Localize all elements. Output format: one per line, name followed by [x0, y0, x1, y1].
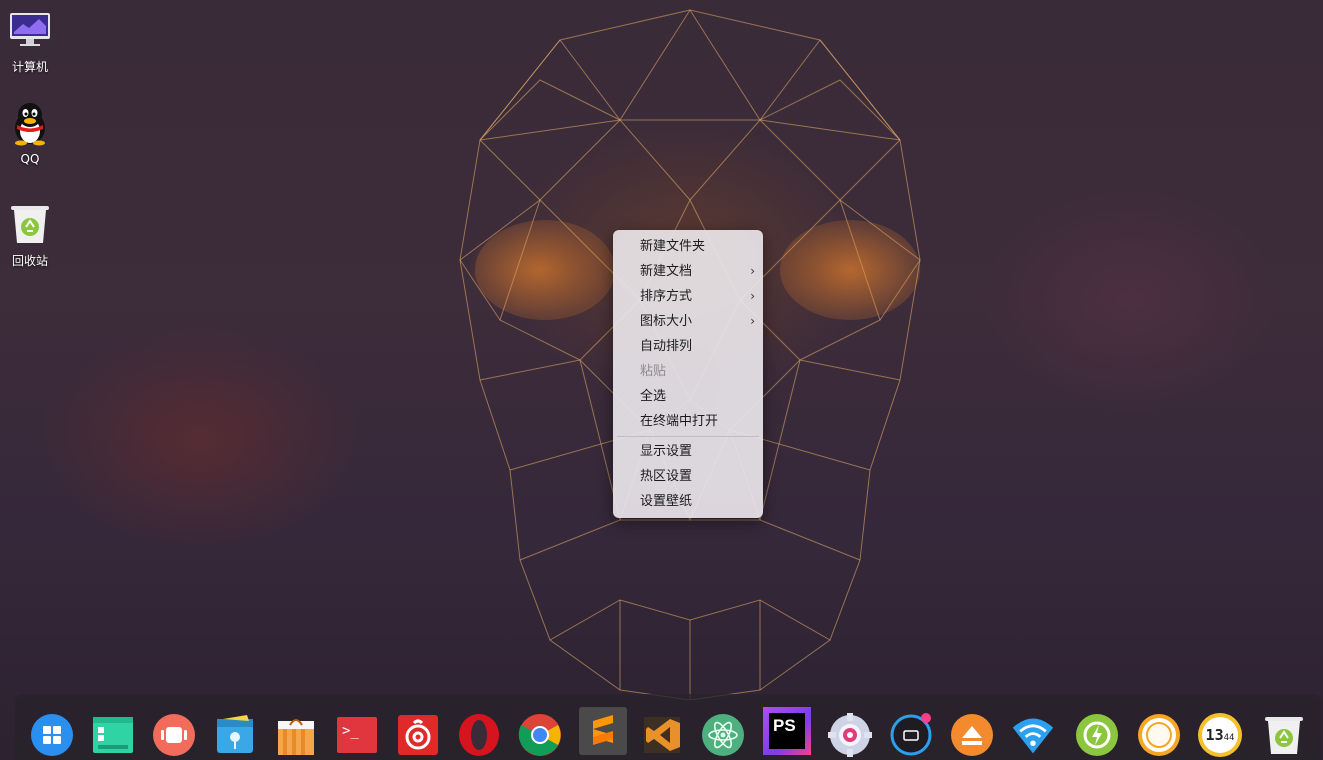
dock-launcher-button[interactable] [30, 713, 74, 757]
menu-separator [617, 436, 759, 437]
dock-shutdown-button[interactable] [1137, 713, 1181, 757]
qq-penguin-icon [8, 102, 52, 146]
onboard-keyboard-icon [890, 713, 932, 756]
desktop-icon-trash[interactable]: 回收站 [4, 202, 56, 269]
dock-multitask-button[interactable] [152, 713, 196, 757]
menu-item-label: 全选 [640, 389, 667, 404]
menu-item-paste: 粘贴 [613, 359, 763, 384]
menu-item-auto-arrange[interactable]: 自动排列 [613, 334, 763, 359]
dock-opera-button[interactable] [457, 713, 501, 757]
menu-item-label: 粘贴 [640, 364, 667, 379]
submenu-arrow-icon: › [750, 289, 755, 303]
multitask-view-icon [153, 714, 195, 756]
terminal-icon: >_ [337, 717, 377, 753]
clock-minute: 44 [1223, 733, 1235, 743]
visual-studio-icon [644, 717, 680, 753]
menu-item-label: 在终端中打开 [640, 414, 719, 429]
dock-sublime-button[interactable] [579, 707, 627, 755]
clock-icon: 13 44 [1198, 713, 1242, 757]
deepin-store-icon [217, 715, 253, 753]
dock-app-store-button[interactable] [274, 713, 318, 757]
trash-icon [1265, 717, 1303, 754]
dock-atom-button[interactable] [701, 713, 745, 757]
app-store-bag-icon [278, 719, 314, 755]
desktop-context-menu: 新建文件夹 新建文档 › 排序方式 › 图标大小 › 自动排列 粘贴 全选 在终端中打… [613, 230, 763, 518]
trash-icon [8, 202, 52, 246]
dock-terminal-button[interactable]: >_ [335, 713, 379, 757]
dock-clock-button[interactable]: 13 44 [1198, 713, 1242, 757]
shutdown-icon [1138, 714, 1180, 756]
power-icon [1076, 714, 1118, 756]
dock-deepin-store-button[interactable] [213, 713, 257, 757]
clock-hour: 13 [1205, 726, 1224, 744]
submenu-arrow-icon: › [750, 264, 755, 278]
computer-icon [8, 8, 52, 52]
dock-file-manager-button[interactable] [91, 713, 135, 757]
dock-trash-button[interactable] [1262, 713, 1306, 757]
dock-power-button[interactable] [1075, 713, 1119, 757]
menu-item-display-settings[interactable]: 显示设置 [613, 439, 763, 464]
menu-item-icon-size[interactable]: 图标大小 › [613, 309, 763, 334]
menu-item-label: 新建文件夹 [640, 239, 706, 254]
menu-item-label: 热区设置 [640, 469, 693, 484]
menu-item-label: 自动排列 [640, 339, 693, 354]
phpstorm-icon: PS [763, 707, 811, 755]
netease-music-icon [398, 715, 438, 755]
menu-item-label: 设置壁纸 [640, 494, 693, 509]
dock-chrome-button[interactable] [518, 713, 562, 757]
menu-item-sort-by[interactable]: 排序方式 › [613, 284, 763, 309]
menu-item-label: 排序方式 [640, 289, 693, 304]
dock-wifi-button[interactable] [1011, 713, 1055, 757]
menu-item-label: 显示设置 [640, 444, 693, 459]
wifi-icon [1012, 718, 1054, 754]
control-center-icon [828, 713, 872, 757]
launcher-icon [31, 714, 73, 756]
menu-item-label: 新建文档 [640, 264, 693, 279]
menu-item-label: 图标大小 [640, 314, 693, 329]
desktop-icon-label: 计算机 [11, 60, 48, 74]
eject-icon [951, 714, 993, 756]
menu-item-open-in-terminal[interactable]: 在终端中打开 [613, 409, 763, 434]
dock-phpstorm-button[interactable]: PS [762, 706, 812, 756]
menu-item-select-all[interactable]: 全选 [613, 384, 763, 409]
atom-editor-icon [702, 714, 744, 756]
file-manager-icon [93, 717, 133, 753]
dock-netease-music-button[interactable] [396, 713, 440, 757]
opera-browser-icon [459, 714, 499, 756]
desktop-icon-label: QQ [20, 152, 40, 166]
dock-visual-studio-button[interactable] [640, 713, 684, 757]
menu-item-new-document[interactable]: 新建文档 › [613, 259, 763, 284]
desktop-icon-label: 回收站 [11, 254, 48, 268]
desktop-icon-qq[interactable]: QQ [4, 102, 56, 166]
menu-item-hot-corner-settings[interactable]: 热区设置 [613, 464, 763, 489]
dock-onboard-keyboard-button[interactable] [889, 713, 933, 757]
sublime-text-icon [579, 707, 627, 755]
menu-item-set-wallpaper[interactable]: 设置壁纸 [613, 489, 763, 514]
dock-control-center-button[interactable] [828, 713, 872, 757]
submenu-arrow-icon: › [750, 314, 755, 328]
dock-eject-button[interactable] [950, 713, 994, 757]
desktop-icon-computer[interactable]: 计算机 [4, 8, 56, 75]
menu-item-new-folder[interactable]: 新建文件夹 [613, 234, 763, 259]
chrome-browser-icon [518, 714, 561, 756]
